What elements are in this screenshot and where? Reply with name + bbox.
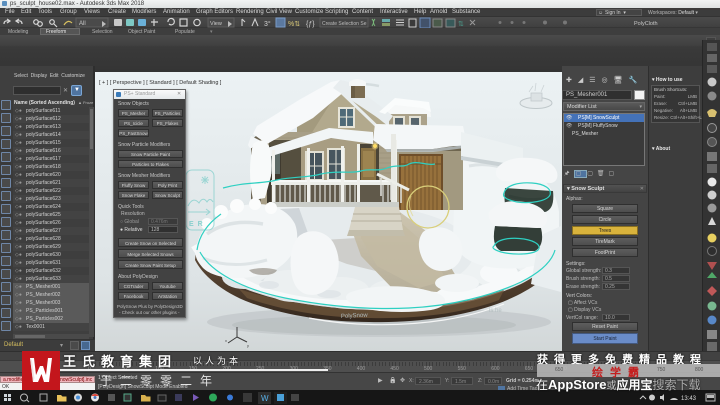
svg-text:Create Selection Se: Create Selection Se	[322, 21, 367, 27]
svg-text:PolyCloth: PolyCloth	[634, 21, 658, 27]
svg-text:⇅: ⇅	[458, 21, 464, 28]
svg-text:y: y	[247, 343, 249, 348]
svg-text:%⇅: %⇅	[288, 21, 300, 28]
svg-text:View: View	[210, 21, 222, 27]
svg-text:x: x	[225, 338, 227, 343]
svg-text:W: W	[261, 394, 269, 403]
svg-text:All: All	[79, 21, 86, 27]
svg-text:{ƒ}: {ƒ}	[306, 21, 315, 28]
svg-text:3°: 3°	[264, 20, 271, 28]
svg-text:[ + ] [ Perspective ] [ Standa: [ + ] [ Perspective ] [ Standard ] [ Def…	[99, 80, 222, 86]
svg-text:ER: ER	[189, 221, 207, 228]
svg-text:is he: is he	[489, 308, 502, 314]
svg-text:13:43: 13:43	[681, 396, 697, 402]
